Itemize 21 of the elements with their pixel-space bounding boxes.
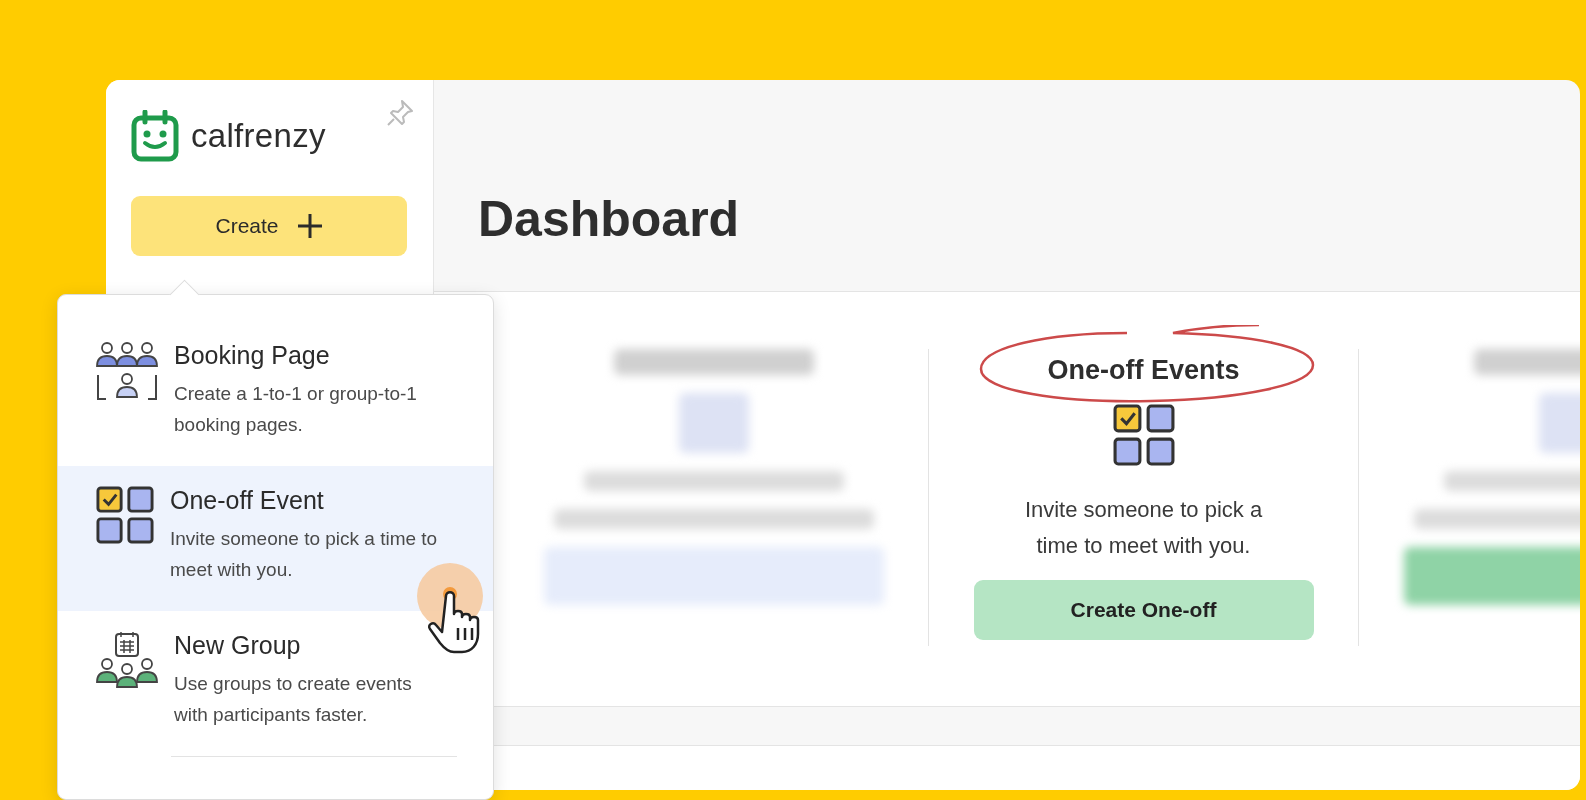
menu-item-title: New Group [174,631,302,660]
checklist-grid-icon [96,486,154,544]
people-board-icon [96,341,158,403]
menu-item-description: Use groups to create events with participants faster. [174,672,413,727]
menu-item[interactable]: Booking Page Create a 1-to-1 or group-to-1 booking pages. [58,321,493,466]
menu-item-title: One-off Event [170,486,325,515]
menu-item-description: Create a 1-to-1 or group-to-1 booking pages. [174,382,418,437]
menu-item-title: Booking Page [174,341,331,370]
logo-text: calfrenzy [191,117,326,155]
page-title: Dashboard [478,189,740,248]
plus-icon [296,213,323,239]
create-button[interactable]: Create [131,196,407,256]
menu-item[interactable]: New Group Use groups to create events with participants faster. [58,611,493,756]
smiling-calendar-icon [131,110,179,162]
checklist-grid-icon [1112,404,1175,466]
card-description: Invite someone to pick a time to meet with you. [1023,496,1264,560]
create-one-off-button[interactable]: Create One-off [973,580,1314,640]
menu-item[interactable]: One-off Event Invite someone to pick a time to meet with you. [58,466,493,611]
pin-icon[interactable] [385,98,415,128]
card-title: One-off Events [1047,355,1240,386]
menu-item-description: Invite someone to pick a time to meet with you. [170,527,439,582]
